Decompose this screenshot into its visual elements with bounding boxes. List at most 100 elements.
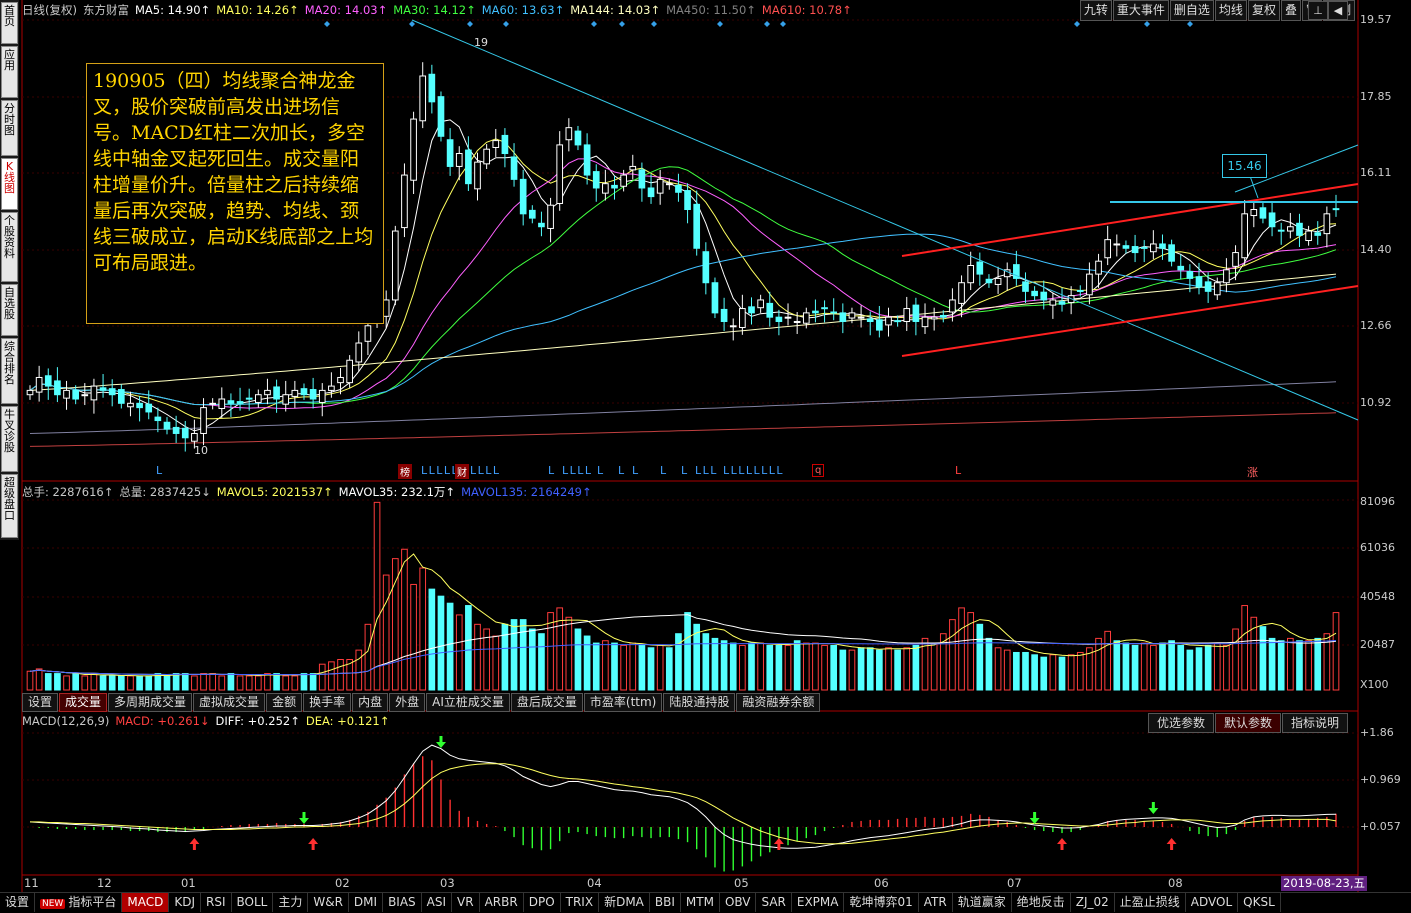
tab-multi-period-volume[interactable]: 多周期成交量 [108, 693, 193, 712]
signal-marker[interactable]: L [681, 464, 687, 477]
indicator-advol[interactable]: ADVOL [1186, 893, 1239, 912]
indicator-track-winner[interactable]: 轨道赢家 [953, 893, 1012, 912]
indicator-vr[interactable]: VR [452, 893, 480, 912]
tab-virtual-volume[interactable]: 虚拟成交量 [193, 693, 266, 712]
indicator-settings[interactable]: 设置 [0, 893, 36, 912]
candle-body [510, 156, 518, 180]
volume-bar [1195, 647, 1203, 691]
nav-diagnosis[interactable]: 牛叉诊股 [1, 406, 18, 472]
signal-marker[interactable]: 财 [455, 464, 469, 479]
nav-watchlist[interactable]: 自选股 [1, 284, 18, 336]
indicator-bias[interactable]: BIAS [383, 893, 422, 912]
tab-after-hours[interactable]: 盘后成交量 [510, 693, 583, 712]
volume-bar [218, 675, 226, 691]
indicator-obv[interactable]: OBV [720, 893, 757, 912]
adjust-button[interactable]: 复权 [1247, 0, 1280, 21]
candle-body [282, 394, 290, 405]
collapse-icon[interactable]: ◀ [1328, 1, 1348, 20]
signal-marker[interactable]: 榜 [398, 464, 412, 479]
signal-marker[interactable]: L [618, 464, 624, 477]
signal-marker[interactable]: L L L L L [421, 464, 458, 477]
candle-body [1140, 246, 1148, 249]
indicator-wr[interactable]: W&R [308, 893, 349, 912]
overlay-button[interactable]: 叠 [1280, 0, 1301, 21]
indicator-macd[interactable]: MACD [122, 893, 170, 912]
tab-ai-volume[interactable]: AI立桩成交量 [426, 693, 510, 712]
indicator-comeback[interactable]: 绝地反击 [1012, 893, 1071, 912]
nav-home[interactable]: 首页 [1, 2, 18, 44]
indicator-help-button[interactable]: 指标说明 [1282, 713, 1349, 733]
candle-body [382, 299, 390, 317]
signal-marker[interactable]: L [597, 464, 603, 477]
nav-ranking[interactable]: 综合排名 [1, 338, 18, 404]
candle-body [209, 402, 216, 405]
pin-icon[interactable]: ⊥ [1308, 1, 1328, 20]
indicator-bbi[interactable]: BBI [650, 893, 681, 912]
tab-turnover[interactable]: 换手率 [303, 693, 352, 712]
indicator-bar: 设置 NEW 指标平台 MACD KDJ RSI BOLL 主力 W&R DMI … [0, 892, 1411, 913]
default-params-button[interactable]: 默认参数 [1215, 713, 1282, 733]
tab-volume[interactable]: 成交量 [59, 693, 108, 712]
volume-bar [136, 675, 143, 691]
indicator-qiankun[interactable]: 乾坤博弈01 [844, 893, 919, 912]
signal-marker[interactable]: 涨 [1247, 464, 1258, 480]
tab-margin[interactable]: 融资融券余额 [736, 693, 821, 712]
indicator-rsi[interactable]: RSI [201, 893, 232, 912]
indicator-dpo[interactable]: DPO [524, 893, 561, 912]
indicator-sar[interactable]: SAR [756, 893, 792, 912]
signal-marker[interactable]: L [156, 464, 162, 477]
indicator-zj02[interactable]: ZJ_02 [1071, 893, 1115, 912]
indicator-expma[interactable]: EXPMA [792, 893, 845, 912]
tab-northbound[interactable]: 陆股通持股 [663, 693, 736, 712]
volume-bar [1159, 642, 1166, 691]
indicator-kdj[interactable]: KDJ [169, 893, 201, 912]
signal-marker[interactable]: L [632, 464, 638, 477]
indicator-qksl[interactable]: QKSL [1238, 893, 1281, 912]
candle-body [154, 416, 162, 422]
volume-bar [1241, 605, 1249, 691]
candle-body [1177, 265, 1185, 271]
volume-bar [1213, 642, 1221, 691]
signal-marker[interactable]: L [660, 464, 666, 477]
nine-turn-button[interactable]: 九转 [1079, 0, 1112, 21]
indicator-main-force[interactable]: 主力 [273, 893, 309, 912]
tab-outer[interactable]: 外盘 [389, 693, 426, 712]
volume-bar [328, 661, 335, 691]
signal-marker[interactable]: L L L L L L L L [723, 464, 783, 477]
signal-marker[interactable]: L [548, 464, 554, 477]
signal-marker[interactable]: L L L [695, 464, 716, 477]
remove-watchlist-button[interactable]: 删自选 [1169, 0, 1214, 21]
nav-timeshare[interactable]: 分时图 [1, 100, 18, 156]
indicator-boll[interactable]: BOLL [232, 893, 274, 912]
ma-button[interactable]: 均线 [1214, 0, 1247, 21]
tab-inner[interactable]: 内盘 [352, 693, 389, 712]
x-axis-label: 01 [181, 876, 196, 890]
volume-bar [227, 673, 235, 691]
tab-pe-ttm[interactable]: 市盈率(ttm) [583, 693, 663, 712]
indicator-new-dma[interactable]: 新DMA [599, 893, 650, 912]
signal-marker[interactable]: L L L L [470, 464, 499, 477]
indicator-trix[interactable]: TRIX [561, 893, 600, 912]
signal-marker[interactable]: L [955, 464, 961, 477]
indicator-dmi[interactable]: DMI [349, 893, 384, 912]
indicator-atr[interactable]: ATR [919, 893, 953, 912]
candle-body [428, 73, 436, 103]
candle-body [812, 310, 819, 314]
indicator-mtm[interactable]: MTM [681, 893, 720, 912]
signal-marker[interactable]: q [812, 464, 825, 477]
optimal-params-button[interactable]: 优选参数 [1148, 713, 1215, 733]
volume-bar [565, 616, 573, 691]
nav-order-book[interactable]: 超级盘口 [1, 474, 18, 538]
nav-stock-info[interactable]: 个股资料 [1, 212, 18, 282]
indicator-arbr[interactable]: ARBR [480, 893, 524, 912]
indicator-platform[interactable]: NEW 指标平台 [35, 893, 123, 912]
tab-settings[interactable]: 设置 [22, 693, 59, 712]
event-diamond-icon [1144, 21, 1150, 27]
signal-marker[interactable]: L L L L [562, 464, 591, 477]
indicator-asi[interactable]: ASI [422, 893, 453, 912]
tab-amount[interactable]: 金额 [266, 693, 303, 712]
major-events-button[interactable]: 重大事件 [1112, 0, 1169, 21]
nav-apps[interactable]: 应用 [1, 46, 18, 98]
indicator-stop-loss[interactable]: 止盈止损线 [1115, 893, 1186, 912]
nav-kline[interactable]: K线图 [1, 158, 18, 210]
